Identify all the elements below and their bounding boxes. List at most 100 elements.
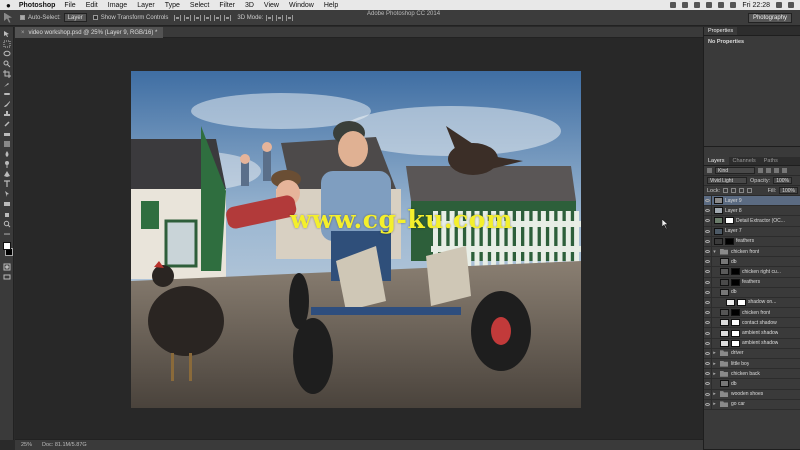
tab-channels[interactable]: Channels — [729, 157, 760, 165]
clone-stamp-tool[interactable] — [3, 110, 11, 117]
quick-mask-icon[interactable] — [3, 263, 11, 271]
layer-thumbnail[interactable] — [720, 258, 729, 266]
menu-layer[interactable]: Layer — [137, 2, 155, 9]
notification-center-icon[interactable] — [788, 2, 794, 8]
quick-select-tool[interactable] — [3, 60, 11, 68]
collapsed-arrow-icon[interactable]: ▸ — [712, 350, 717, 356]
hand-tool[interactable] — [3, 210, 11, 217]
visibility-eye-icon[interactable] — [704, 196, 712, 206]
menu-filter[interactable]: Filter — [219, 2, 235, 9]
visibility-eye-icon[interactable] — [704, 226, 712, 236]
layer-row[interactable]: ambient shadow — [704, 338, 800, 349]
eyedropper-tool[interactable] — [3, 80, 11, 87]
visibility-eye-icon[interactable] — [704, 236, 712, 246]
visibility-eye-icon[interactable] — [704, 277, 712, 287]
blend-mode-dropdown[interactable]: Vivid Light — [707, 177, 747, 184]
tab-layers[interactable]: Layers — [704, 157, 729, 165]
volume-icon[interactable] — [718, 2, 725, 8]
spotlight-icon[interactable] — [776, 2, 782, 8]
layer-mask-thumbnail[interactable] — [731, 309, 740, 317]
visibility-eye-icon[interactable] — [704, 399, 712, 409]
lock-pixels-icon[interactable] — [731, 188, 737, 193]
visibility-eye-icon[interactable] — [704, 216, 712, 226]
visibility-eye-icon[interactable] — [704, 318, 712, 328]
menu-view[interactable]: View — [264, 2, 279, 9]
foreground-color-swatch[interactable] — [2, 242, 11, 250]
layer-group-row[interactable]: ▸ chicken back — [704, 369, 800, 380]
tab-paths[interactable]: Paths — [760, 157, 782, 165]
visibility-eye-icon[interactable] — [704, 297, 712, 308]
align-right-icon[interactable] — [224, 14, 232, 21]
menu-window[interactable]: Window — [289, 2, 314, 9]
collapsed-arrow-icon[interactable]: ▸ — [712, 391, 717, 397]
zoom-tool[interactable] — [3, 220, 11, 228]
layer-thumbnail[interactable] — [714, 217, 723, 225]
wifi-icon[interactable] — [706, 2, 713, 8]
move-tool[interactable] — [3, 30, 11, 37]
edit-toolbar-icon[interactable] — [3, 230, 11, 237]
layer-thumbnail[interactable] — [726, 298, 735, 306]
eraser-tool[interactable] — [3, 130, 11, 137]
lock-transparent-icon[interactable] — [723, 188, 729, 193]
gradient-tool[interactable] — [3, 140, 11, 147]
filter-shape-icon[interactable] — [782, 168, 787, 173]
align-left-icon[interactable] — [204, 14, 212, 21]
align-center-icon[interactable] — [214, 14, 222, 21]
layer-thumbnail[interactable] — [714, 207, 723, 215]
layer-thumbnail[interactable] — [720, 339, 729, 347]
layer-mask-thumbnail[interactable] — [737, 298, 746, 306]
layer-mask-thumbnail[interactable] — [731, 329, 740, 337]
app-menu[interactable]: Photoshop — [19, 2, 56, 9]
layer-row[interactable]: feathers — [704, 236, 800, 247]
layer-row[interactable]: ambient shadow — [704, 328, 800, 339]
lock-position-icon[interactable] — [739, 188, 745, 193]
move-tool-icon[interactable] — [4, 12, 12, 23]
document-image[interactable]: www.cg-ku.com — [131, 71, 581, 408]
display-icon[interactable] — [682, 2, 689, 8]
layer-group-row[interactable]: ▸ wooden shoes — [704, 389, 800, 400]
lock-all-icon[interactable] — [747, 188, 753, 193]
expanded-arrow-icon[interactable]: ▾ — [712, 249, 717, 255]
path-selection-tool[interactable] — [3, 190, 11, 197]
lasso-tool[interactable] — [3, 50, 11, 57]
fill-field[interactable]: 100% — [779, 187, 798, 194]
opacity-field[interactable]: 100% — [773, 177, 792, 184]
3d-drag-icon[interactable] — [286, 14, 294, 21]
layer-thumbnail[interactable] — [720, 278, 729, 286]
auto-select-checkbox[interactable] — [20, 15, 25, 20]
visibility-eye-icon[interactable] — [704, 267, 712, 277]
transform-controls-checkbox[interactable] — [92, 15, 98, 20]
history-brush-tool[interactable] — [3, 120, 11, 127]
crop-tool[interactable] — [2, 70, 11, 78]
marquee-tool[interactable] — [3, 40, 11, 48]
dropbox-icon[interactable] — [670, 2, 677, 8]
layer-thumbnail[interactable] — [714, 197, 723, 205]
filter-pixel-icon[interactable] — [758, 168, 763, 173]
menu-type[interactable]: Type — [165, 2, 180, 9]
layer-row[interactable]: chicken front — [704, 308, 800, 319]
battery-icon[interactable] — [730, 2, 737, 8]
layer-row[interactable]: Layer 8 — [704, 206, 800, 217]
layer-thumbnail[interactable] — [714, 227, 723, 235]
layer-row[interactable]: db — [704, 379, 800, 390]
auto-select-dropdown[interactable]: Layer — [63, 13, 87, 22]
collapsed-arrow-icon[interactable]: ▸ — [712, 401, 717, 407]
collapsed-arrow-icon[interactable]: ▸ — [712, 361, 717, 367]
layer-thumbnail[interactable] — [720, 288, 729, 296]
layer-mask-thumbnail[interactable] — [731, 268, 740, 276]
menu-edit[interactable]: Edit — [86, 2, 98, 9]
layer-mask-thumbnail[interactable] — [731, 339, 740, 347]
menu-file[interactable]: File — [64, 2, 75, 9]
tab-properties[interactable]: Properties — [704, 27, 738, 35]
visibility-eye-icon[interactable] — [704, 246, 712, 257]
layer-mask-thumbnail[interactable] — [731, 319, 740, 327]
visibility-eye-icon[interactable] — [704, 308, 712, 318]
align-top-icon[interactable] — [174, 14, 182, 21]
clock[interactable]: Fri 22:28 — [742, 2, 770, 9]
align-middle-icon[interactable] — [184, 14, 192, 21]
visibility-eye-icon[interactable] — [704, 206, 712, 216]
menu-image[interactable]: Image — [108, 2, 127, 9]
visibility-eye-icon[interactable] — [704, 369, 712, 379]
visibility-eye-icon[interactable] — [704, 379, 712, 389]
layer-thumbnail[interactable] — [720, 309, 729, 317]
